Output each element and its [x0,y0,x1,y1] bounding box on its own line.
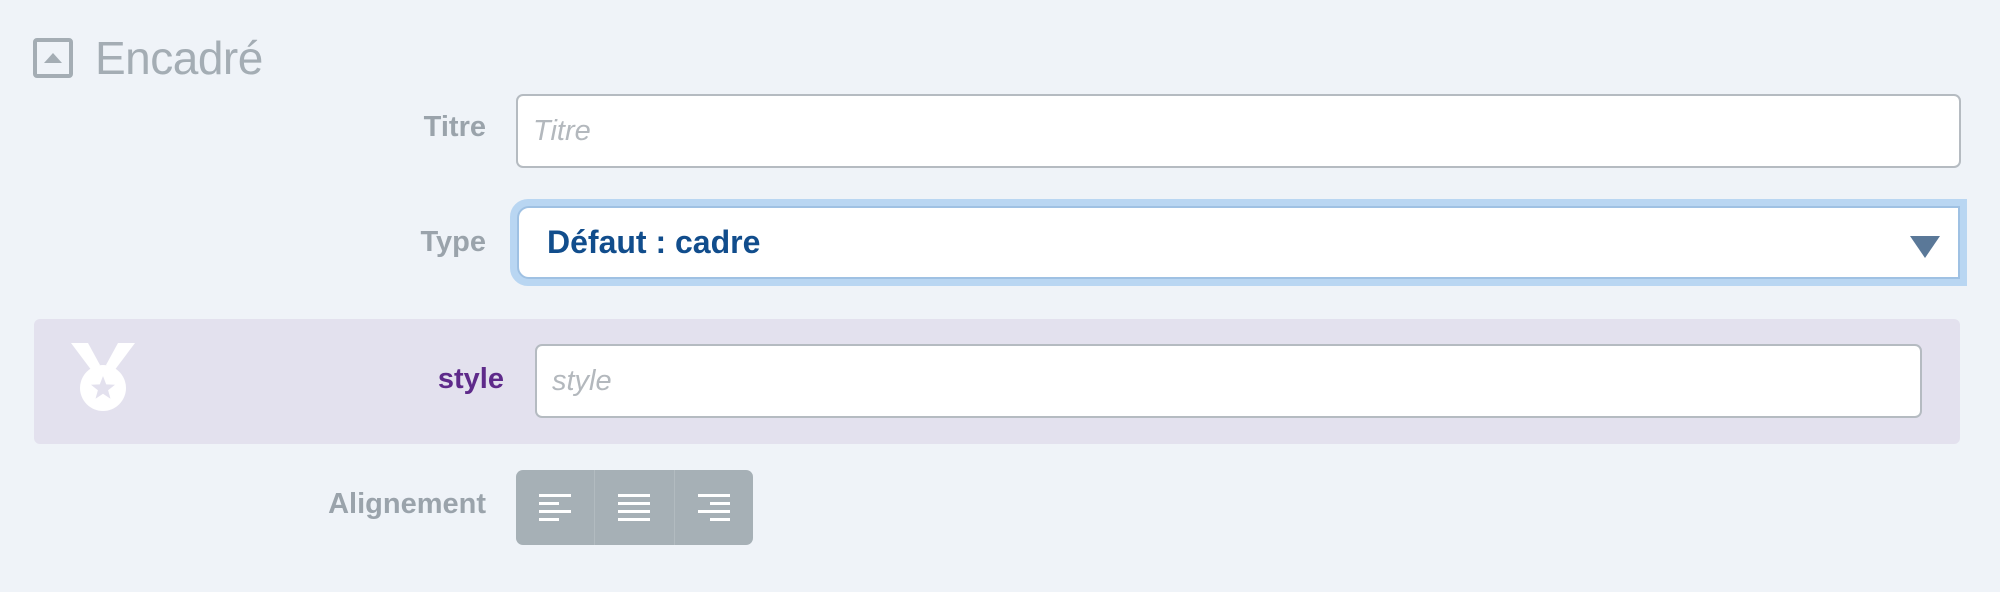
section-header: Encadré [33,28,263,88]
style-label: style [437,363,504,395]
type-select[interactable]: Défaut : cadre [510,199,1967,286]
collapse-up-icon[interactable] [33,38,73,78]
section-title: Encadré [95,32,263,84]
type-selected-value: Défaut : cadre [547,224,761,260]
alignement-label: Alignement [328,488,486,520]
medal-icon [71,343,135,411]
type-select-box[interactable]: Défaut : cadre [517,206,1960,279]
align-left-button[interactable] [516,470,595,545]
titre-input[interactable] [516,94,1961,168]
dropdown-arrow-icon[interactable] [1910,236,1940,258]
align-justify-button[interactable] [594,470,674,545]
alignement-button-group [516,470,753,545]
align-right-icon [697,493,730,521]
titre-label: Titre [423,111,486,143]
style-input[interactable] [535,344,1922,418]
align-justify-icon [618,493,651,521]
align-right-button[interactable] [673,470,753,545]
align-left-icon [539,493,572,521]
type-label: Type [420,226,486,258]
